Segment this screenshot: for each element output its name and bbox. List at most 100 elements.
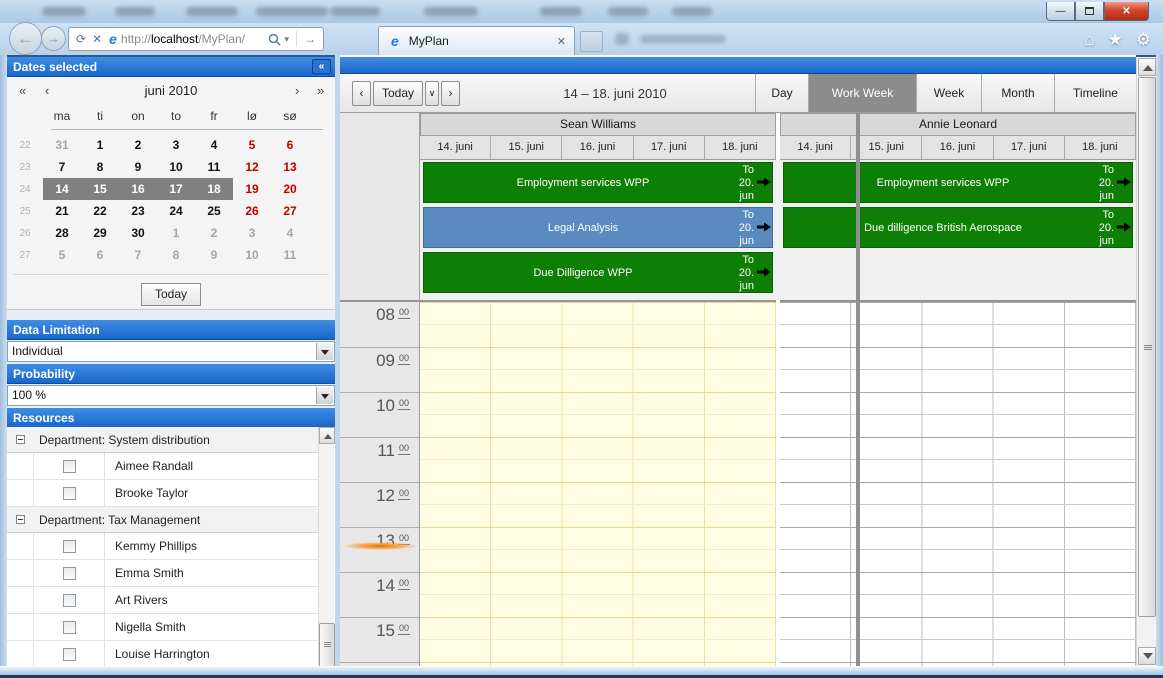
calendar-day[interactable]: 17	[157, 178, 195, 200]
scroll-up-button[interactable]	[1138, 58, 1156, 76]
calendar-day[interactable]: 18	[195, 178, 233, 200]
stop-icon[interactable]: ✕	[92, 32, 102, 46]
go-icon[interactable]: →	[304, 32, 316, 46]
minimize-button[interactable]: —	[1046, 2, 1075, 21]
settings-gear-icon[interactable]: ⚙	[1136, 30, 1151, 50]
home-icon[interactable]: ⌂	[1084, 30, 1094, 50]
address-bar[interactable]: ⟳ ✕ e http://localhost/MyPlan/ ▾ →	[68, 27, 324, 51]
day-header-cell[interactable]: 17. juni	[634, 136, 705, 160]
calendar-day[interactable]: 24	[157, 200, 195, 222]
resource-checkbox[interactable]	[63, 648, 76, 661]
resource-row[interactable]: Brooke Taylor	[7, 480, 318, 507]
tab-close-icon[interactable]: ✕	[557, 35, 566, 48]
calendar-day[interactable]: 27	[271, 200, 309, 222]
calendar-day[interactable]: 11	[271, 244, 309, 266]
resource-row[interactable]: Louise Harrington	[7, 641, 318, 666]
chevron-down-icon[interactable]	[316, 387, 333, 404]
calendar-day[interactable]: 23	[119, 200, 157, 222]
favorites-star-icon[interactable]: ★	[1108, 30, 1123, 50]
view-tab-work-week[interactable]: Work Week	[808, 74, 916, 112]
refresh-icon[interactable]: ⟳	[76, 32, 86, 46]
calendar-day[interactable]: 13	[271, 156, 309, 178]
url-text[interactable]: http://localhost/MyPlan/	[121, 32, 269, 46]
calendar-day[interactable]: 11	[195, 156, 233, 178]
calendar-day[interactable]: 25	[195, 200, 233, 222]
prev-period-button[interactable]: ‹	[352, 81, 371, 106]
resource-checkbox[interactable]	[63, 460, 76, 473]
calendar-day[interactable]: 10	[233, 244, 271, 266]
calendar-day[interactable]: 29	[81, 222, 119, 244]
calendar-day[interactable]: 14	[43, 178, 81, 200]
time-grid-sean-williams[interactable]	[420, 300, 776, 666]
allday-event[interactable]: Employment services WPPTo20.jun	[783, 162, 1133, 203]
day-header-cell[interactable]: 15. juni	[851, 136, 922, 160]
calendar-next-month-button[interactable]: ›	[295, 83, 299, 98]
calendar-day[interactable]: 6	[81, 244, 119, 266]
calendar-day[interactable]: 22	[81, 200, 119, 222]
resource-group-row[interactable]: Department: Tax Management	[7, 507, 318, 533]
resource-checkbox[interactable]	[63, 594, 76, 607]
calendar-day[interactable]: 7	[43, 156, 81, 178]
resources-scrollbar[interactable]	[318, 427, 334, 666]
today-button[interactable]: Today	[373, 81, 423, 106]
resource-row[interactable]: Kemmy Phillips	[7, 533, 318, 560]
forward-button[interactable]: →	[41, 26, 66, 51]
calendar-day[interactable]: 4	[195, 134, 233, 156]
calendar-day[interactable]: 2	[195, 222, 233, 244]
calendar-day[interactable]: 7	[119, 244, 157, 266]
close-button[interactable]: ✕	[1104, 2, 1149, 21]
calendar-day[interactable]: 31	[43, 134, 81, 156]
day-header-cell[interactable]: 17. juni	[994, 136, 1065, 160]
resource-checkbox[interactable]	[63, 567, 76, 580]
calendar-day[interactable]: 1	[157, 222, 195, 244]
day-header-cell[interactable]: 18. juni	[1065, 136, 1136, 160]
next-period-button[interactable]: ›	[441, 81, 460, 106]
chevron-down-icon[interactable]	[316, 343, 333, 360]
data-limitation-select[interactable]: Individual	[7, 341, 335, 362]
scrollbar-thumb[interactable]	[319, 623, 335, 666]
calendar-day[interactable]: 9	[195, 244, 233, 266]
calendar-day[interactable]: 9	[119, 156, 157, 178]
today-dropdown-button[interactable]: ∨	[425, 81, 439, 106]
scroll-down-button[interactable]	[1138, 647, 1156, 665]
new-tab-button[interactable]	[580, 31, 603, 52]
allday-event[interactable]: Due Dilligence WPPTo20.jun	[423, 252, 773, 293]
calendar-day[interactable]: 2	[119, 134, 157, 156]
day-header-cell[interactable]: 14. juni	[420, 136, 491, 160]
collapse-minus-icon[interactable]	[16, 435, 25, 444]
day-header-cell[interactable]: 16. juni	[922, 136, 993, 160]
view-tab-week[interactable]: Week	[916, 74, 981, 112]
calendar-day[interactable]: 6	[271, 134, 309, 156]
scrollbar-thumb[interactable]	[1138, 77, 1156, 617]
resource-checkbox[interactable]	[63, 621, 76, 634]
browser-tab-myplan[interactable]: e MyPlan ✕	[378, 26, 575, 55]
allday-event[interactable]: Legal AnalysisTo20.jun	[423, 207, 773, 248]
calendar-day[interactable]: 8	[157, 244, 195, 266]
resource-checkbox[interactable]	[63, 540, 76, 553]
resource-checkbox[interactable]	[63, 487, 76, 500]
day-header-cell[interactable]: 14. juni	[780, 136, 851, 160]
calendar-day[interactable]: 10	[157, 156, 195, 178]
calendar-day[interactable]: 15	[81, 178, 119, 200]
time-grid-annie-leonard[interactable]	[780, 300, 1136, 666]
calendar-day[interactable]: 26	[233, 200, 271, 222]
day-header-cell[interactable]: 16. juni	[562, 136, 633, 160]
maximize-button[interactable]	[1075, 2, 1104, 21]
scroll-up-button[interactable]	[319, 427, 335, 444]
collapse-sidebar-button[interactable]: «	[312, 59, 331, 74]
allday-event[interactable]: Employment services WPPTo20.jun	[423, 162, 773, 203]
calendar-day[interactable]: 19	[233, 178, 271, 200]
resource-group-row[interactable]: Department: System distribution	[7, 427, 318, 453]
calendar-day[interactable]: 16	[119, 178, 157, 200]
probability-select[interactable]: 100 %	[7, 385, 335, 406]
collapse-minus-icon[interactable]	[16, 515, 25, 524]
calendar-day[interactable]: 12	[233, 156, 271, 178]
calendar-day[interactable]: 4	[271, 222, 309, 244]
view-tab-timeline[interactable]: Timeline	[1054, 74, 1136, 112]
calendar-today-button[interactable]: Today	[141, 283, 201, 306]
calendar-day[interactable]: 5	[233, 134, 271, 156]
resource-row[interactable]: Nigella Smith	[7, 614, 318, 641]
calendar-day[interactable]: 20	[271, 178, 309, 200]
view-tab-month[interactable]: Month	[981, 74, 1054, 112]
view-tab-day[interactable]: Day	[755, 74, 808, 112]
